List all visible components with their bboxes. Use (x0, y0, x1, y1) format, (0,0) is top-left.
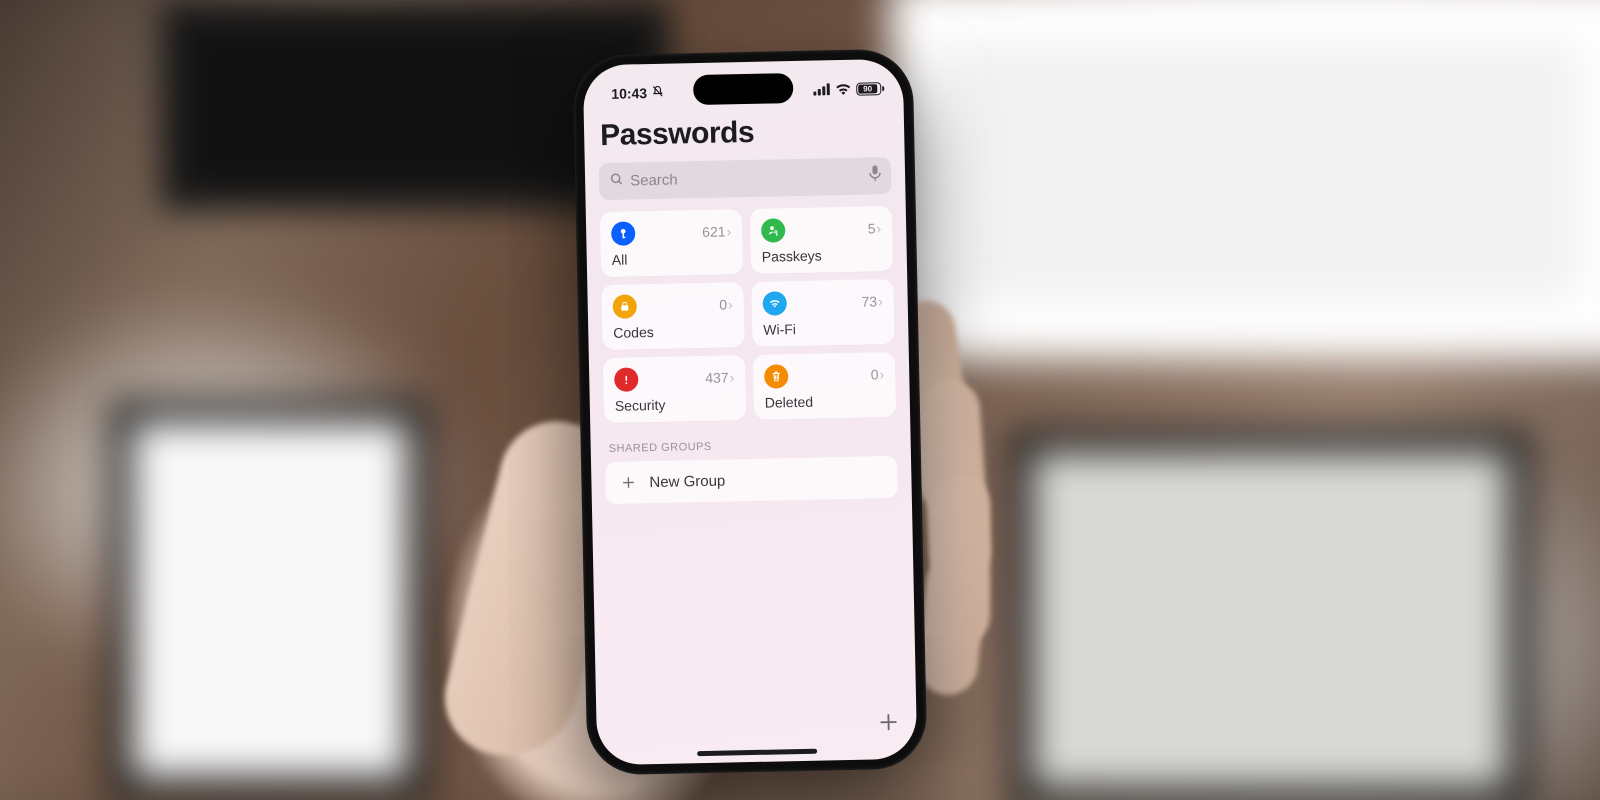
phone-frame: 10:43 90 Passwords (572, 49, 927, 776)
category-grid: 621› All 5› Passkeys (600, 206, 896, 423)
cellular-signal-icon (813, 83, 830, 95)
tile-count: 0 (719, 296, 727, 312)
tile-label: Security (615, 395, 735, 414)
silent-mode-icon (651, 85, 664, 101)
chevron-right-icon: › (726, 223, 731, 239)
search-input[interactable] (630, 168, 863, 190)
background-frame (110, 400, 430, 800)
dictation-icon[interactable] (869, 165, 881, 186)
add-button[interactable] (876, 710, 901, 739)
chevron-right-icon: › (729, 369, 734, 385)
search-icon (609, 171, 624, 191)
wifi-icon (762, 291, 786, 315)
chevron-right-icon: › (728, 296, 733, 312)
tile-label: Deleted (765, 392, 885, 411)
search-field[interactable] (599, 157, 892, 200)
tile-all[interactable]: 621› All (600, 209, 743, 277)
tile-deleted[interactable]: 0› Deleted (753, 352, 896, 420)
phone-screen: 10:43 90 Passwords (583, 59, 918, 766)
tile-wifi[interactable]: 73› Wi-Fi (751, 279, 894, 347)
chevron-right-icon: › (879, 366, 884, 382)
page-title: Passwords (600, 113, 889, 153)
new-group-row[interactable]: New Group (605, 456, 898, 504)
lock-clock-icon (613, 294, 637, 318)
tile-count: 0 (871, 366, 879, 382)
tile-count: 73 (861, 293, 877, 309)
wifi-icon (835, 83, 851, 95)
alert-icon (614, 367, 638, 391)
chevron-right-icon: › (876, 220, 881, 236)
shared-groups-header: SHARED GROUPS (609, 437, 893, 455)
tile-codes[interactable]: 0› Codes (601, 282, 744, 350)
tile-label: Codes (613, 322, 733, 341)
tile-label: Passkeys (762, 246, 882, 265)
dynamic-island (693, 73, 794, 105)
battery-level: 90 (858, 84, 877, 93)
tile-label: All (612, 249, 732, 268)
tile-count: 437 (705, 369, 729, 385)
tile-count: 621 (702, 223, 726, 239)
key-icon (611, 221, 635, 245)
tile-passkeys[interactable]: 5› Passkeys (750, 206, 893, 274)
tile-security[interactable]: 437› Security (603, 355, 746, 423)
background-frame (890, 0, 1600, 360)
chevron-right-icon: › (878, 293, 883, 309)
tile-count: 5 (868, 220, 876, 236)
plus-icon (619, 473, 637, 491)
new-group-label: New Group (649, 472, 725, 491)
tile-label: Wi-Fi (763, 319, 883, 338)
battery-icon: 90 (856, 82, 881, 96)
status-time: 10:43 (611, 85, 647, 102)
trash-icon (764, 364, 788, 388)
home-indicator[interactable] (697, 749, 817, 757)
person-key-icon (761, 218, 785, 242)
